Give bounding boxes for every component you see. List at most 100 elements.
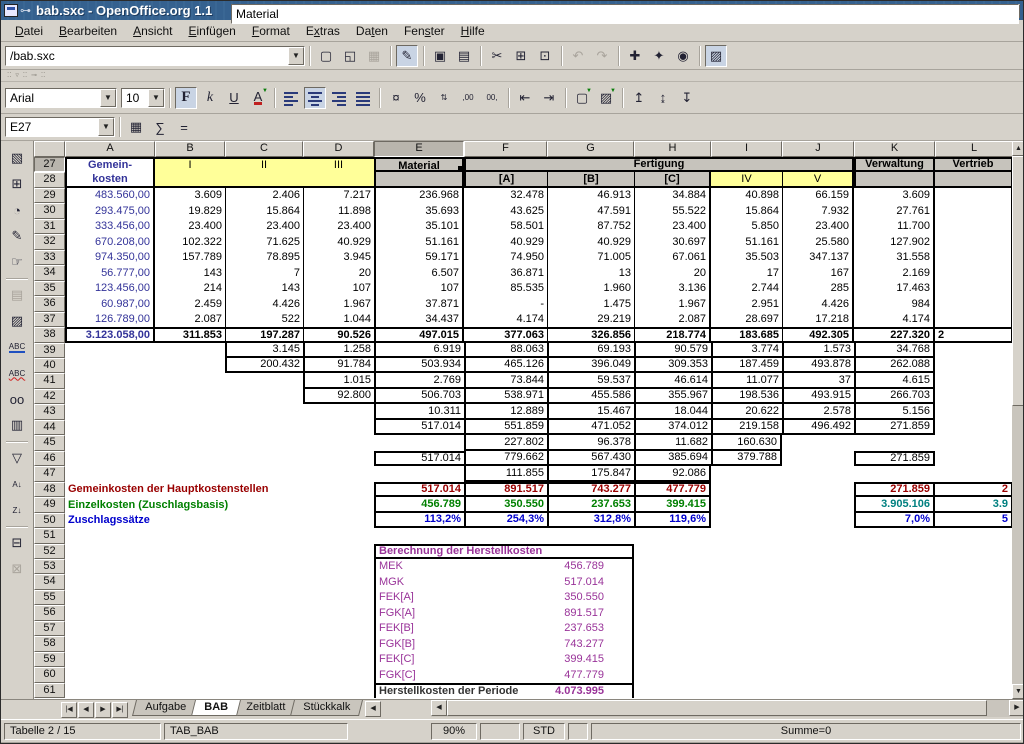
cell-J39[interactable]: 1.573 <box>782 343 854 358</box>
row-header-50[interactable]: 50 <box>34 513 65 528</box>
cell-G43[interactable]: 15.467 <box>547 404 634 420</box>
draw-functions-icon[interactable]: ✎ <box>5 224 29 248</box>
cell-H41[interactable]: 46.614 <box>634 373 711 389</box>
cell-E48[interactable]: 517.014 <box>374 482 464 497</box>
horizontal-scroll-thumb[interactable] <box>447 700 987 716</box>
cell-B36[interactable]: 2.459 <box>155 296 225 312</box>
cell-H48[interactable]: 477.779 <box>634 482 711 497</box>
cell-F44[interactable]: 551.859 <box>464 420 547 435</box>
cell-E54[interactable]: MGK <box>374 574 547 590</box>
cell-I41[interactable]: 11.077 <box>711 373 782 389</box>
col-header-A[interactable]: A <box>65 141 155 157</box>
cell-E35[interactable]: 107 <box>374 281 464 296</box>
cell-J42[interactable]: 493.915 <box>782 389 854 404</box>
cell-E34[interactable]: 6.507 <box>374 265 464 281</box>
cell-G55[interactable]: 350.550 <box>547 590 634 605</box>
cell-B30[interactable]: 19.829 <box>155 203 225 219</box>
row-header-36[interactable]: 36 <box>34 296 65 312</box>
row-header-30[interactable]: 30 <box>34 203 65 219</box>
cell-L37[interactable] <box>935 312 1012 327</box>
cell-G49[interactable]: 237.653 <box>547 497 634 513</box>
cell-D32[interactable]: 40.929 <box>303 234 374 250</box>
cell-B31[interactable]: 23.400 <box>155 219 225 234</box>
cell-B34[interactable]: 143 <box>155 265 225 281</box>
cell-I28[interactable]: IV <box>711 172 782 188</box>
cell-F32[interactable]: 40.929 <box>464 234 547 250</box>
cell-H47[interactable]: 92.086 <box>634 466 711 482</box>
cell-K42[interactable]: 266.703 <box>854 389 935 404</box>
cell-L27[interactable]: Vertrieb <box>935 157 1012 172</box>
cell-A36[interactable]: 60.987,00 <box>65 296 155 312</box>
function-autopilot-icon[interactable]: ▦ <box>125 116 147 138</box>
cell-K46[interactable]: 271.859 <box>854 451 935 466</box>
cell-L36[interactable] <box>935 296 1012 312</box>
cell-G29[interactable]: 46.913 <box>547 188 634 203</box>
cell-F43[interactable]: 12.889 <box>464 404 547 420</box>
cell-F42[interactable]: 538.971 <box>464 389 547 404</box>
cell-C32[interactable]: 71.625 <box>225 234 303 250</box>
sum-icon[interactable]: ∑ <box>149 116 171 138</box>
cell-D36[interactable]: 1.967 <box>303 296 374 312</box>
cell-L32[interactable] <box>935 234 1012 250</box>
cell-G38[interactable]: 326.856 <box>547 327 634 343</box>
cell-G47[interactable]: 175.847 <box>547 466 634 482</box>
row-header-58[interactable]: 58 <box>34 636 65 652</box>
cell-A38[interactable]: 3.123.058,00 <box>65 327 155 343</box>
cell-C34[interactable]: 7 <box>225 265 303 281</box>
auto-spellcheck-icon[interactable]: ABC <box>5 361 29 385</box>
cell-J38[interactable]: 492.305 <box>782 327 854 343</box>
row-header-51[interactable]: 51 <box>34 528 65 544</box>
cell-H31[interactable]: 23.400 <box>634 219 711 234</box>
cell-A48[interactable]: Gemeinkosten der Hauptkostenstellen <box>65 482 374 497</box>
cell-F36[interactable]: - <box>464 296 547 312</box>
cell-B38[interactable]: 311.853 <box>155 327 225 343</box>
paste-icon[interactable]: ⊡ <box>534 45 556 67</box>
cell-L48[interactable]: 2 <box>935 482 1012 497</box>
cell-G30[interactable]: 47.591 <box>547 203 634 219</box>
font-color-icon[interactable]: A▼ <box>247 87 269 109</box>
cell-K37[interactable]: 4.174 <box>854 312 935 327</box>
cell-F41[interactable]: 73.844 <box>464 373 547 389</box>
cell-K31[interactable]: 11.700 <box>854 219 935 234</box>
cell-D27[interactable]: III <box>303 157 374 172</box>
cell-C38[interactable]: 197.287 <box>225 327 303 343</box>
insert-cells-icon[interactable]: ⊞ <box>5 172 29 196</box>
cell-G45[interactable]: 96.378 <box>547 435 634 451</box>
status-mode[interactable]: STD <box>523 723 565 740</box>
first-sheet-button[interactable]: |◀ <box>61 702 77 718</box>
row-header-52[interactable]: 52 <box>34 544 65 559</box>
cell-F30[interactable]: 43.625 <box>464 203 547 219</box>
cell-J37[interactable]: 17.218 <box>782 312 854 327</box>
cut-icon[interactable]: ✂ <box>486 45 508 67</box>
cell-E28[interactable] <box>374 172 464 188</box>
cell-D39[interactable]: 1.258 <box>303 343 374 358</box>
row-header-29[interactable]: 29 <box>34 188 65 203</box>
cell-K41[interactable]: 4.615 <box>854 373 935 389</box>
col-header-I[interactable]: I <box>711 141 782 157</box>
cell-J31[interactable]: 23.400 <box>782 219 854 234</box>
cell-D42[interactable]: 92.800 <box>303 389 374 404</box>
vertical-scrollbar[interactable]: ▲ ▼ <box>1012 141 1024 699</box>
new-document-icon[interactable]: ▢ <box>315 45 337 67</box>
row-header-31[interactable]: 31 <box>34 219 65 234</box>
cell-C40[interactable]: 200.432 <box>225 358 303 373</box>
cell-H45[interactable]: 11.682 <box>634 435 711 451</box>
cell-A33[interactable]: 974.350,00 <box>65 250 155 265</box>
cell-G61[interactable]: 4.073.995 <box>547 683 634 698</box>
row-header-27[interactable]: 27 <box>34 157 65 172</box>
cell-H38[interactable]: 218.774 <box>634 327 711 343</box>
font-name-combobox[interactable]: Arial ▼ <box>5 88 117 108</box>
cell-E55[interactable]: FEK[A] <box>374 590 547 605</box>
cell-I37[interactable]: 28.697 <box>711 312 782 327</box>
row-header-44[interactable]: 44 <box>34 420 65 435</box>
cell-reference[interactable]: E27 <box>6 120 98 134</box>
name-box[interactable]: E27 ▼ <box>5 117 115 137</box>
cell-B27[interactable]: I <box>155 157 225 172</box>
cell-G42[interactable]: 455.586 <box>547 389 634 404</box>
cell-B29[interactable]: 3.609 <box>155 188 225 203</box>
cell-E60[interactable]: FGK[C] <box>374 667 547 683</box>
chevron-down-icon[interactable]: ▼ <box>288 47 304 65</box>
row-header-60[interactable]: 60 <box>34 667 65 683</box>
cell-I29[interactable]: 40.898 <box>711 188 782 203</box>
col-header-E[interactable]: E <box>374 141 464 157</box>
